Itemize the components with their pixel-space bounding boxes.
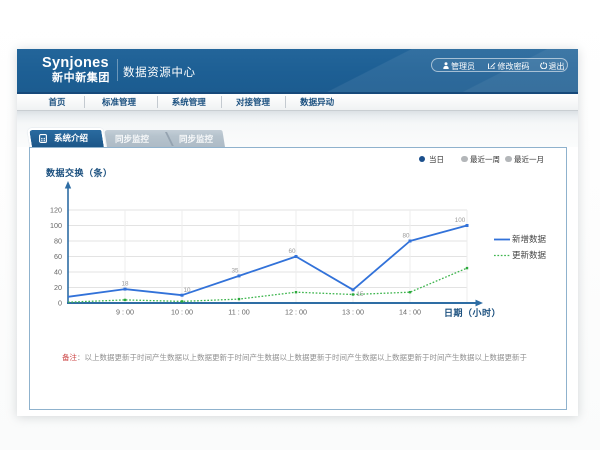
- svg-text:10: 10: [183, 287, 191, 294]
- svg-text:20: 20: [54, 282, 62, 291]
- svg-text:15: 15: [356, 290, 364, 297]
- svg-text:9 : 00: 9 : 00: [116, 307, 134, 316]
- svg-text:60: 60: [288, 248, 296, 255]
- svg-text:13 : 00: 13 : 00: [342, 307, 364, 316]
- svg-text:80: 80: [54, 236, 62, 245]
- svg-text:80: 80: [402, 232, 410, 239]
- svg-text:120: 120: [50, 205, 62, 214]
- svg-text:18: 18: [121, 280, 129, 287]
- svg-text:40: 40: [54, 267, 62, 276]
- svg-text:100: 100: [50, 220, 62, 229]
- svg-text:0: 0: [58, 298, 62, 307]
- svg-text:12 : 00: 12 : 00: [285, 307, 307, 316]
- svg-text:14 : 00: 14 : 00: [399, 307, 421, 316]
- svg-text:60: 60: [54, 251, 62, 260]
- svg-text:10 : 00: 10 : 00: [171, 307, 193, 316]
- svg-text:35: 35: [231, 267, 239, 274]
- svg-text:11 : 00: 11 : 00: [228, 307, 249, 316]
- svg-text:100: 100: [455, 217, 466, 224]
